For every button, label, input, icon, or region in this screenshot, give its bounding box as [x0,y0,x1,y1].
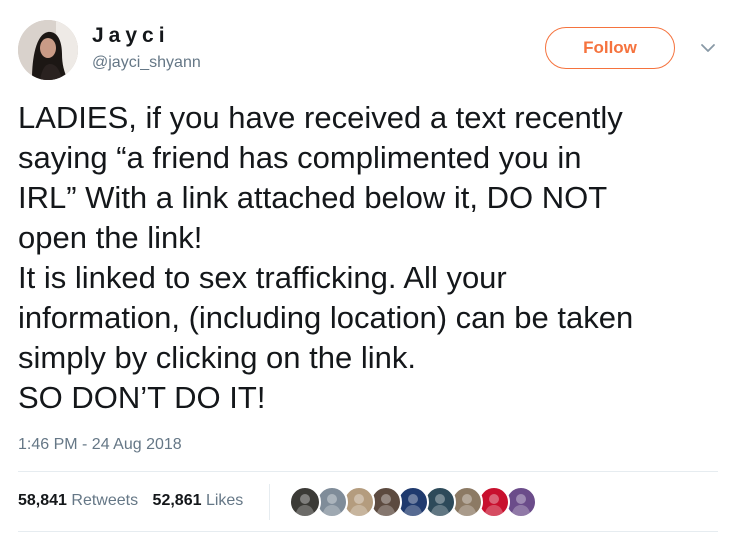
author-avatar[interactable] [18,20,78,80]
retweets-count: 58,841 [18,492,67,509]
author-handle[interactable]: @jayci_shyann [92,54,201,72]
likes-stat[interactable]: 52,861 Likes [153,492,244,509]
tweet-text: LADIES, if you have received a text rece… [18,100,634,415]
profile-photo-icon [18,20,78,80]
divider-top [18,471,718,472]
tweet-stats: 58,841 Retweets 52,861 Likes [18,492,243,512]
stats-separator [269,484,270,520]
liker-avatar-1-icon[interactable] [289,486,321,518]
likes-label: Likes [205,492,244,509]
tweet-timestamp[interactable]: 1:46 PM - 24 Aug 2018 [18,436,182,454]
retweets-label: Retweets [71,492,139,509]
author-name[interactable]: Jayci [92,24,170,48]
follow-button[interactable]: Follow [545,27,675,69]
chevron-down-icon[interactable] [698,38,718,58]
tweet-header: Jayci @jayci_shyann Follow [18,20,718,82]
retweets-stat[interactable]: 58,841 Retweets [18,492,138,509]
divider-bottom [18,531,718,532]
tweet-card: Jayci @jayci_shyann Follow LADIES, if yo… [0,0,734,541]
likes-count: 52,861 [152,492,202,509]
